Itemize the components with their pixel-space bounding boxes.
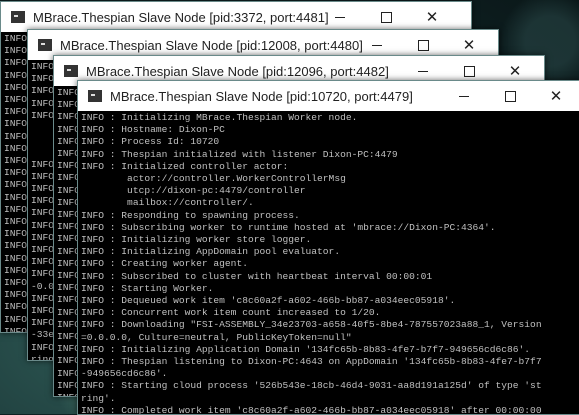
close-icon: ✕ (425, 9, 439, 26)
minimize-button[interactable] (441, 81, 487, 111)
console-line: INFO : Initializing Application Domain '… (81, 343, 531, 355)
minimize-icon (418, 70, 428, 72)
console-line: INFO : Process Id: 10720 (81, 136, 220, 148)
console-line: INFO : Initialized controller actor: (81, 160, 289, 172)
maximize-icon (463, 65, 475, 77)
console-line: ring'. (81, 392, 116, 404)
title-bar[interactable]: MBrace.Thespian Slave Node [pid:3372, po… (1, 2, 471, 32)
close-icon: ✕ (508, 63, 522, 80)
console-line: INFO : Subscribing worker to runtime hos… (81, 221, 496, 233)
maximize-button[interactable] (363, 2, 409, 32)
console-app-icon (88, 90, 102, 102)
console-line: INFO : Dequeued work item 'c8c60a2f-a602… (81, 295, 456, 307)
console-line: INFO : Thespian listening to Dixon-PC:46… (81, 356, 542, 368)
console-line: INFO : Initializing MBrace.Thespian Work… (81, 112, 358, 123)
maximize-icon (504, 90, 516, 102)
console-line: mailbox://controller/. (81, 197, 254, 209)
console-line: utcp://dixon-pc:4479/controller (81, 185, 306, 197)
console-line: INFO : Starting cloud process '526b543e-… (81, 380, 542, 392)
close-icon: ✕ (462, 37, 476, 54)
console-line: actor://controller.WorkerControllerMsg (81, 173, 346, 185)
window-title: MBrace.Thespian Slave Node [pid:12008, p… (60, 37, 363, 53)
console-line: INFO : Creating worker agent. (81, 258, 248, 270)
console-line: INFO : Thespian initialized with listene… (81, 148, 398, 160)
close-button[interactable]: ✕ (409, 2, 455, 32)
close-icon: ✕ (549, 88, 563, 105)
console-line: INFO : Initializing worker store logger. (81, 234, 312, 246)
window-title: MBrace.Thespian Slave Node [pid:10720, p… (110, 88, 413, 104)
minimize-button[interactable] (317, 2, 363, 32)
maximize-icon (380, 11, 392, 23)
console-app-icon (38, 39, 52, 51)
close-button[interactable]: ✕ (533, 81, 579, 111)
console-window-pid-10720[interactable]: MBrace.Thespian Slave Node [pid:10720, p… (77, 80, 579, 415)
window-title: MBrace.Thespian Slave Node [pid:3372, po… (33, 9, 329, 25)
console-line: INFO : Starting Worker. (81, 282, 214, 294)
window-title: MBrace.Thespian Slave Node [pid:12096, p… (86, 63, 389, 79)
console-line: INFO : Hostname: Dixon-PC (81, 124, 225, 136)
console-app-icon (64, 65, 78, 77)
console-line: INFO : Responding to spawning process. (81, 209, 300, 221)
maximize-icon (417, 39, 429, 51)
console-app-icon (11, 11, 25, 23)
console-line: INFO : Concurrent work item count increa… (81, 307, 381, 319)
console-line: -949656cd6c86'. (81, 368, 168, 380)
minimize-icon (335, 16, 345, 18)
console-output[interactable]: INFO : Initializing MBrace.Thespian Work… (78, 111, 579, 414)
console-line: INFO : Completed work item 'c8c60a2f-a60… (81, 404, 542, 414)
console-line: INFO : Subscribed to cluster with heartb… (81, 270, 433, 282)
minimize-icon (459, 95, 469, 97)
minimize-icon (372, 44, 382, 46)
console-line: INFO : Downloading "FSI-ASSEMBLY_34e2370… (81, 319, 542, 331)
console-line: INFO : Initializing AppDomain pool evalu… (81, 246, 341, 258)
title-bar[interactable]: MBrace.Thespian Slave Node [pid:10720, p… (78, 81, 579, 111)
maximize-button[interactable] (487, 81, 533, 111)
console-line: =0.0.0.0, Culture=neutral, PublicKeyToke… (81, 331, 352, 343)
